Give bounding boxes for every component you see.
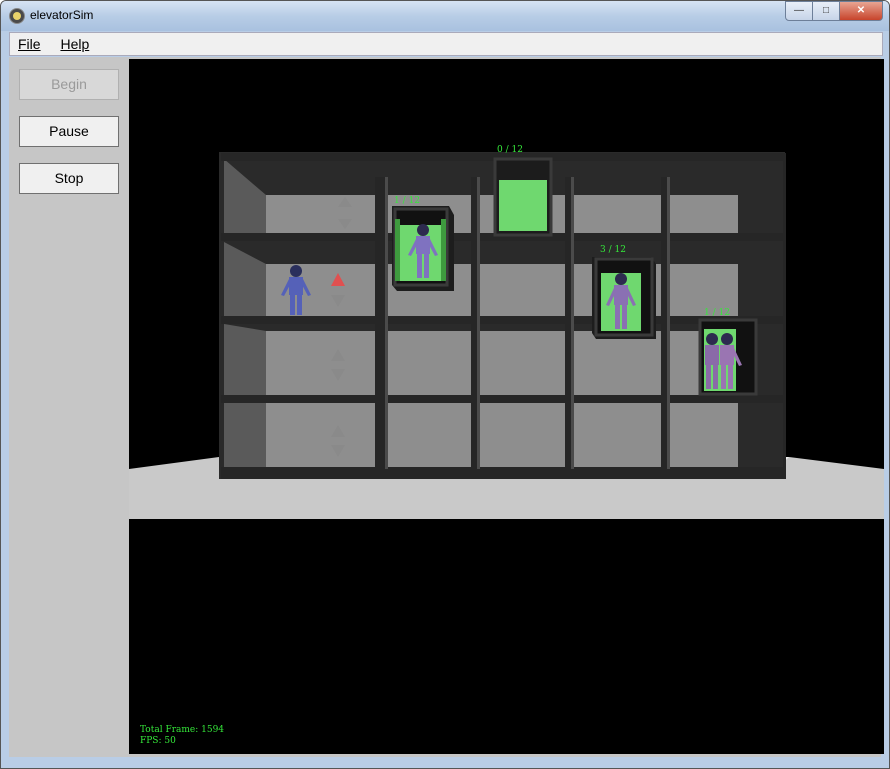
elevator-4-load: 1 / 12 bbox=[704, 308, 730, 318]
total-frame-readout: Total Frame: 1594 bbox=[140, 725, 225, 735]
close-button[interactable]: ✕ bbox=[839, 1, 883, 21]
floor-slab-2 bbox=[221, 395, 783, 403]
stop-button[interactable]: Stop bbox=[19, 163, 119, 194]
title-bar[interactable]: elevatorSim — □ ✕ bbox=[1, 1, 889, 31]
fps-readout: FPS: 50 bbox=[140, 736, 176, 746]
control-sidebar: Begin Pause Stop bbox=[9, 57, 129, 757]
pause-button[interactable]: Pause bbox=[19, 116, 119, 147]
window-title: elevatorSim bbox=[30, 8, 94, 22]
ground-slab bbox=[221, 467, 783, 479]
elevator-3-load: 3 / 12 bbox=[600, 245, 626, 255]
window-controls: — □ ✕ bbox=[785, 1, 883, 21]
maximize-button[interactable]: □ bbox=[812, 1, 840, 21]
left-wall-1 bbox=[224, 401, 266, 467]
elevator-car-2 bbox=[392, 206, 454, 291]
elevator-car-3 bbox=[592, 257, 656, 339]
menu-help[interactable]: Help bbox=[52, 33, 97, 53]
minimize-button[interactable]: — bbox=[785, 1, 813, 21]
simulation-viewport[interactable]: 0 / 12 1 / 12 3 / 12 1 / 12 Total Frame:… bbox=[129, 59, 884, 754]
client-area: Begin Pause Stop 0 / 12 1 / 12 3 / 12 1 … bbox=[9, 57, 884, 757]
elevator-1-load: 0 / 12 bbox=[497, 145, 523, 155]
app-window: elevatorSim — □ ✕ File Help Begin Pause … bbox=[0, 0, 890, 769]
menu-help-label: Help bbox=[60, 36, 90, 52]
menu-bar: File Help bbox=[9, 32, 883, 56]
elevator-car-1 bbox=[493, 157, 553, 237]
left-wall-2 bbox=[224, 324, 266, 395]
menu-file-label: File bbox=[18, 36, 41, 52]
building-scene: 0 / 12 1 / 12 3 / 12 1 / 12 bbox=[129, 145, 884, 519]
app-icon bbox=[9, 8, 25, 24]
begin-button[interactable]: Begin bbox=[19, 69, 119, 100]
menu-file[interactable]: File bbox=[10, 33, 49, 53]
elevator-car-4 bbox=[698, 318, 758, 396]
elevator-2-load: 1 / 12 bbox=[394, 196, 420, 206]
